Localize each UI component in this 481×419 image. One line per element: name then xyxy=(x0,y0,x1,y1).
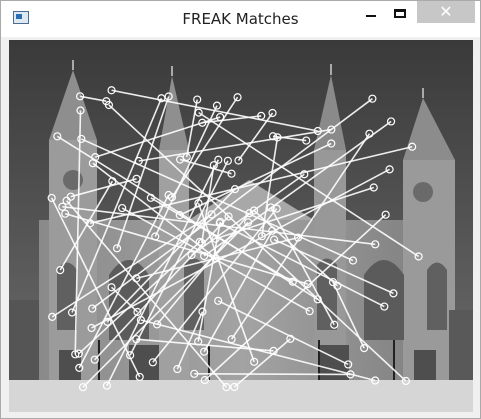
minimize-button[interactable] xyxy=(356,1,386,25)
ground xyxy=(9,380,473,412)
image-view xyxy=(9,40,473,412)
match-line xyxy=(194,372,351,376)
maximize-icon xyxy=(394,8,406,18)
app-window: FREAK Matches ✕ xyxy=(0,0,481,419)
close-button[interactable]: ✕ xyxy=(417,1,475,23)
title-bar[interactable]: FREAK Matches ✕ xyxy=(1,1,480,37)
minimize-icon xyxy=(366,15,376,17)
close-icon: ✕ xyxy=(439,2,453,21)
maximize-button[interactable] xyxy=(385,1,415,25)
matches-image xyxy=(9,40,473,412)
